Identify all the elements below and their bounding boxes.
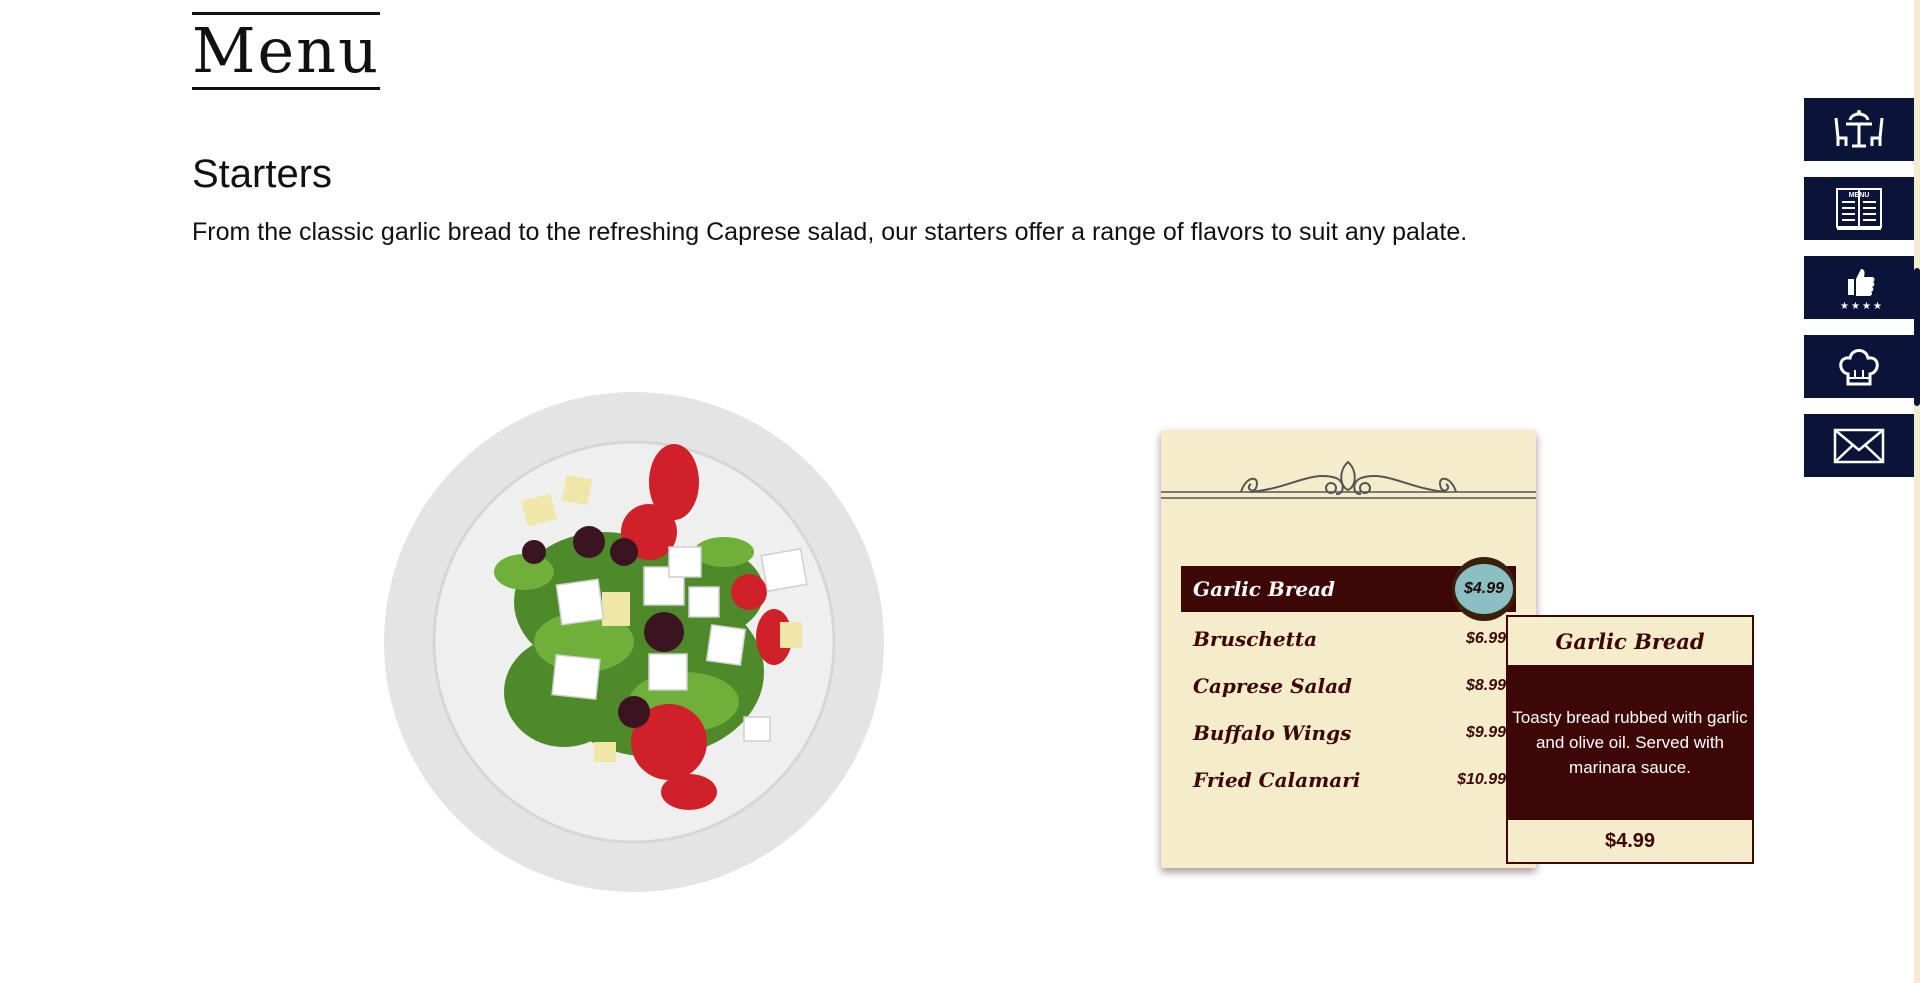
- menu-item-name: Fried Calamari: [1193, 768, 1361, 792]
- chef-hat-icon: [1839, 348, 1879, 385]
- popup-title: Garlic Bread: [1555, 628, 1705, 654]
- menu-item-price: $6.99: [1465, 630, 1506, 647]
- menu-item-name: Garlic Bread: [1193, 577, 1336, 601]
- svg-text:★: ★: [1840, 301, 1849, 311]
- item-detail-popup: Garlic Bread Toasty bread rubbed with ga…: [1506, 615, 1754, 864]
- menu-item-name: Caprese Salad: [1193, 674, 1353, 698]
- scrollbar-thumb[interactable]: [1914, 268, 1920, 406]
- svg-text:★: ★: [1851, 301, 1860, 311]
- menu-item-price: $10.99: [1457, 771, 1506, 788]
- price-bubble: $4.99: [1452, 557, 1516, 621]
- side-nav: MENU ★ ★ ★ ★: [1804, 98, 1914, 493]
- salad-plate-image: [384, 392, 884, 892]
- menu-book-label: MENU: [1849, 192, 1870, 199]
- thumbs-up-rating-icon: ★ ★ ★ ★: [1840, 268, 1882, 311]
- menu-book-icon: MENU: [1836, 187, 1882, 230]
- menu-item-price: $9.99: [1465, 724, 1506, 741]
- menu-card: Garlic Bread $4.99 Bruschetta $6.99 Capr…: [1161, 430, 1536, 868]
- popup-description: Toasty bread rubbed with garlic and oliv…: [1508, 665, 1752, 820]
- dining-table-icon: [1834, 109, 1884, 147]
- menu-item-buffalo-wings[interactable]: Buffalo Wings $9.99: [1181, 710, 1516, 756]
- popup-price: $4.99: [1604, 829, 1656, 852]
- menu-item-caprese-salad[interactable]: Caprese Salad $8.99: [1181, 663, 1516, 709]
- nav-reviews-button[interactable]: ★ ★ ★ ★: [1804, 256, 1914, 319]
- menu-item-bruschetta[interactable]: Bruschetta $6.99: [1181, 616, 1516, 662]
- section-description: From the classic garlic bread to the ref…: [192, 218, 1468, 246]
- scrollbar-track[interactable]: [1914, 0, 1920, 983]
- page-title: Menu: [192, 12, 380, 90]
- svg-text:★: ★: [1862, 301, 1871, 311]
- menu-item-name: Buffalo Wings: [1193, 721, 1352, 745]
- menu-item-price: $8.99: [1465, 677, 1506, 694]
- section-title: Starters: [192, 152, 333, 196]
- svg-text:★: ★: [1873, 301, 1882, 311]
- nav-menu-button[interactable]: MENU: [1804, 177, 1914, 240]
- menu-item-price: $4.99: [1455, 564, 1513, 614]
- ornament-divider-icon: [1161, 460, 1536, 499]
- nav-chef-button[interactable]: [1804, 335, 1914, 398]
- nav-dining-button[interactable]: [1804, 98, 1914, 161]
- menu-item-garlic-bread[interactable]: Garlic Bread $4.99: [1181, 557, 1516, 621]
- menu-item-name: Bruschetta: [1193, 627, 1318, 651]
- menu-item-fried-calamari[interactable]: Fried Calamari $10.99: [1181, 757, 1516, 803]
- nav-contact-button[interactable]: [1804, 414, 1914, 477]
- envelope-icon: [1833, 428, 1885, 463]
